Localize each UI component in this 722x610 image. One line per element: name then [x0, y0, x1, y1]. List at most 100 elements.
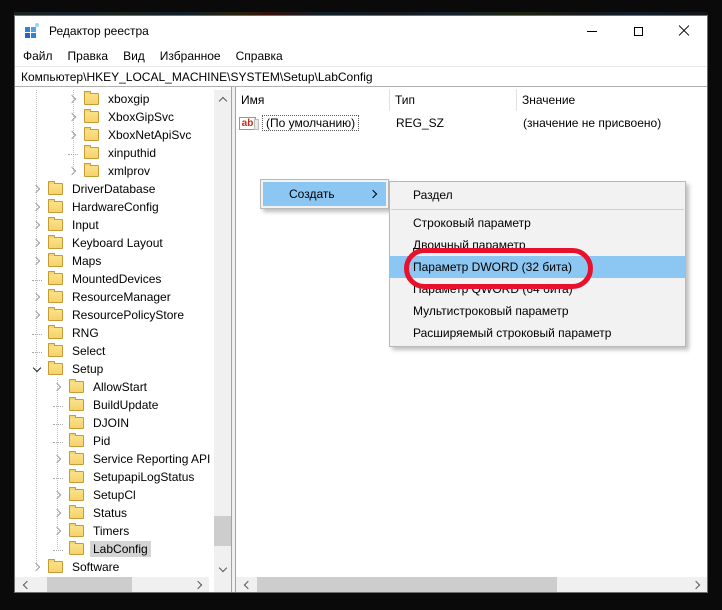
- submenu-item[interactable]: Строковый параметр: [390, 212, 685, 234]
- submenu-item[interactable]: Расширяемый строковый параметр: [390, 322, 685, 344]
- menubar-item[interactable]: Избранное: [153, 47, 228, 65]
- expander-icon[interactable]: [31, 291, 43, 303]
- expander-icon[interactable]: [52, 543, 64, 555]
- tree-item[interactable]: xboxgip: [15, 90, 214, 108]
- tree-item[interactable]: DJOIN: [15, 414, 214, 432]
- tree-item[interactable]: Timers: [15, 522, 214, 540]
- tree-item[interactable]: SetupapiLogStatus: [15, 468, 214, 486]
- tree-item[interactable]: LabConfig: [15, 540, 214, 558]
- vertical-scrollbar-thumb[interactable]: [214, 516, 231, 546]
- expander-icon[interactable]: [52, 471, 64, 483]
- tree-item[interactable]: Software: [15, 558, 214, 576]
- tree-horizontal-scrollbar[interactable]: [15, 577, 209, 592]
- expander-icon[interactable]: [52, 435, 64, 447]
- expander-icon[interactable]: [52, 489, 64, 501]
- horizontal-scrollbar-thumb[interactable]: [257, 577, 557, 592]
- expander-icon[interactable]: [67, 111, 79, 123]
- menubar-item[interactable]: Правка: [61, 47, 116, 65]
- screenshot-canvas: Редактор реестра Файл Правка Вид Избранн…: [0, 0, 722, 610]
- tree-item[interactable]: SetupCl: [15, 486, 214, 504]
- menu-bar: Файл Правка Вид Избранное Справка: [15, 46, 707, 66]
- menubar-item[interactable]: Справка: [229, 47, 290, 65]
- tree-item-label: Setup: [72, 362, 104, 376]
- expander-icon[interactable]: [31, 201, 43, 213]
- address-bar[interactable]: Компьютер\HKEY_LOCAL_MACHINE\SYSTEM\Setu…: [15, 66, 707, 87]
- tree-item[interactable]: Select: [15, 342, 214, 360]
- value-row[interactable]: ab (По умолчанию) REG_SZ (значение не пр…: [236, 113, 707, 133]
- tree-item[interactable]: DriverDatabase: [15, 180, 214, 198]
- minimize-button[interactable]: [569, 16, 615, 46]
- expander-icon[interactable]: [52, 417, 64, 429]
- expander-icon[interactable]: [52, 525, 64, 537]
- tree-item[interactable]: HardwareConfig: [15, 198, 214, 216]
- expander-icon[interactable]: [31, 345, 43, 357]
- tree-item[interactable]: XboxGipSvc: [15, 108, 214, 126]
- close-button[interactable]: [661, 16, 707, 46]
- expander-icon[interactable]: [67, 165, 79, 177]
- tree-item-label: XboxNetApiSvc: [108, 128, 192, 142]
- tree-item[interactable]: AllowStart: [15, 378, 214, 396]
- tree-item[interactable]: xmlprov: [15, 162, 214, 180]
- scroll-right-icon[interactable]: [690, 577, 705, 592]
- expander-icon[interactable]: [52, 399, 64, 411]
- scroll-left-icon[interactable]: [238, 577, 253, 592]
- expander-icon[interactable]: [52, 453, 64, 465]
- tree-item[interactable]: RNG: [15, 324, 214, 342]
- expander-icon[interactable]: [31, 309, 43, 321]
- column-header[interactable]: Имя: [236, 89, 390, 111]
- expander-icon[interactable]: [31, 237, 43, 249]
- menubar-item[interactable]: Вид: [116, 47, 152, 65]
- expander-icon[interactable]: [67, 147, 79, 159]
- tree-item[interactable]: BuildUpdate: [15, 396, 214, 414]
- tree-item[interactable]: Setup: [15, 360, 214, 378]
- tree-item-label: ResourceManager: [72, 290, 171, 304]
- value-name: (По умолчанию): [262, 115, 360, 131]
- menubar-item[interactable]: Файл: [16, 47, 60, 65]
- registry-app-icon[interactable]: [24, 23, 40, 39]
- scroll-up-icon[interactable]: [214, 90, 231, 107]
- expander-icon[interactable]: [31, 183, 43, 195]
- submenu-item[interactable]: [390, 206, 685, 212]
- tree-item[interactable]: Keyboard Layout: [15, 234, 214, 252]
- expander-icon[interactable]: [52, 507, 64, 519]
- tree-item[interactable]: ResourceManager: [15, 288, 214, 306]
- tree-item[interactable]: ResourcePolicyStore: [15, 306, 214, 324]
- submenu-item[interactable]: Мультистроковый параметр: [390, 300, 685, 322]
- tree-item[interactable]: Maps: [15, 252, 214, 270]
- value-type: REG_SZ: [396, 116, 445, 130]
- folder-icon: [69, 487, 84, 501]
- expander-icon[interactable]: [31, 561, 43, 573]
- tree-item[interactable]: Service Reporting API: [15, 450, 214, 468]
- expander-icon[interactable]: [52, 381, 64, 393]
- maximize-button[interactable]: [615, 16, 661, 46]
- expander-icon[interactable]: [67, 129, 79, 141]
- submenu-item[interactable]: Параметр DWORD (32 бита): [390, 256, 685, 278]
- tree-item[interactable]: XboxNetApiSvc: [15, 126, 214, 144]
- submenu-item[interactable]: Двоичный параметр: [390, 234, 685, 256]
- list-header: Имя Тип Значение: [236, 89, 707, 111]
- scroll-right-icon[interactable]: [192, 577, 207, 592]
- tree-item[interactable]: xinputhid: [15, 144, 214, 162]
- tree-vertical-scrollbar[interactable]: [214, 90, 231, 577]
- expander-icon[interactable]: [31, 327, 43, 339]
- tree-item[interactable]: Input: [15, 216, 214, 234]
- expander-icon[interactable]: [31, 255, 43, 267]
- tree-item[interactable]: MountedDevices: [15, 270, 214, 288]
- submenu-item[interactable]: Раздел: [390, 184, 685, 206]
- expander-icon[interactable]: [67, 93, 79, 105]
- context-menu-item-new[interactable]: Создать: [263, 182, 386, 206]
- folder-icon: [48, 559, 63, 573]
- scroll-down-icon[interactable]: [214, 560, 231, 577]
- expander-icon[interactable]: [31, 363, 43, 375]
- column-header[interactable]: Тип: [390, 89, 517, 111]
- tree-item[interactable]: Pid: [15, 432, 214, 450]
- tree-item[interactable]: Status: [15, 504, 214, 522]
- list-horizontal-scrollbar[interactable]: [236, 577, 707, 592]
- column-header[interactable]: Значение: [517, 89, 707, 111]
- expander-icon[interactable]: [31, 273, 43, 285]
- tree-item-label: Input: [72, 218, 99, 232]
- expander-icon[interactable]: [31, 219, 43, 231]
- horizontal-scrollbar-thumb[interactable]: [47, 577, 132, 592]
- submenu-item[interactable]: Параметр QWORD (64 бита): [390, 278, 685, 300]
- scroll-left-icon[interactable]: [17, 577, 32, 592]
